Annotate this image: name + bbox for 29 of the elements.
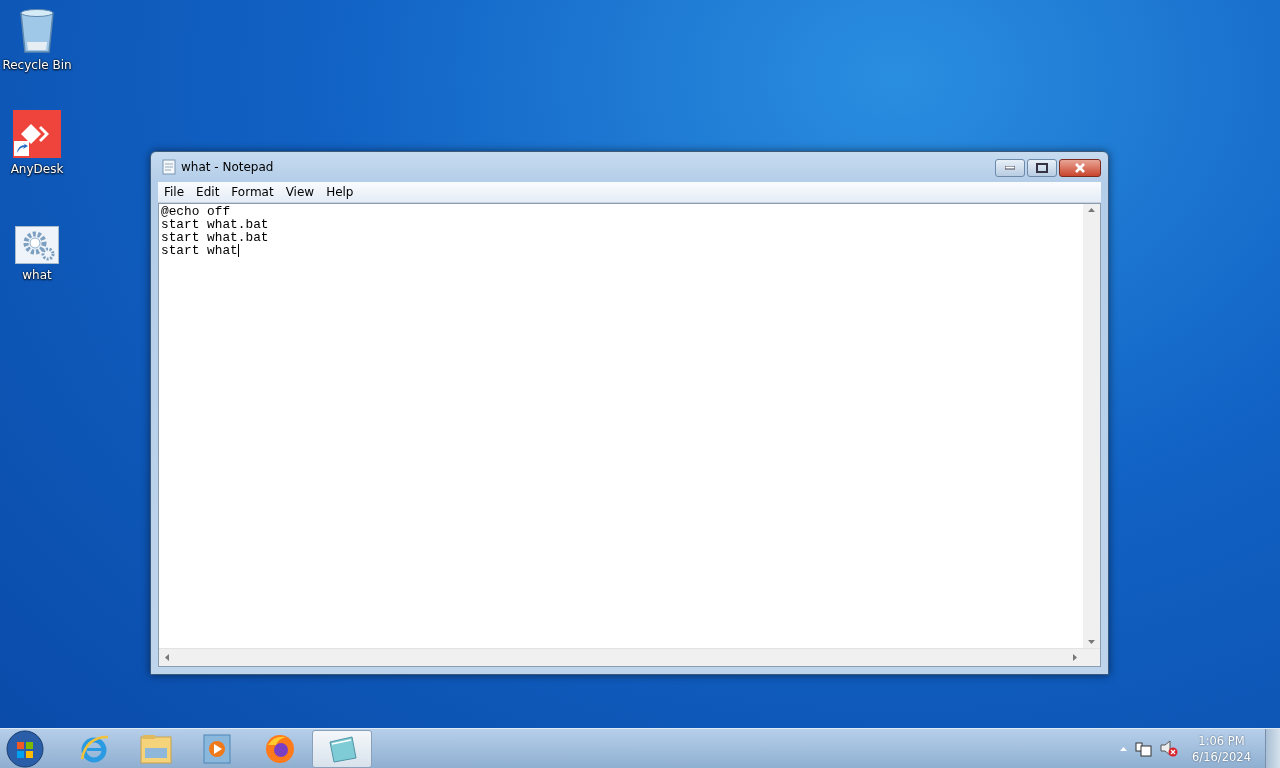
network-icon[interactable] [1135,740,1153,757]
desktop-icon-label[interactable]: what [22,268,52,282]
scroll-up-icon[interactable] [1088,208,1095,212]
show-desktop-button[interactable] [1265,728,1280,768]
restore-icon [1036,163,1048,173]
recycle-bin-icon [18,8,56,54]
desktop-icon-label[interactable]: Recycle Bin [2,58,72,72]
menu-item[interactable]: Format [225,185,280,199]
menu-item[interactable]: View [279,185,321,199]
fox-globe-icon[interactable] [264,732,296,765]
close-icon [1074,163,1086,173]
menu-item[interactable]: Help [320,185,360,199]
desktop-icon-label[interactable]: AnyDesk [10,162,64,176]
notepad-icon[interactable] [326,733,358,764]
window-title: what - Notepad [181,160,275,174]
close-button[interactable] [1059,159,1101,177]
scroll-down-icon[interactable] [1088,640,1095,644]
media-player-icon[interactable] [203,733,233,764]
menu-item[interactable]: Edit [190,185,226,199]
volume-muted-icon[interactable] [1160,740,1179,757]
minimize-icon [1005,166,1015,170]
restore-button[interactable] [1027,159,1057,177]
anydesk-icon [13,110,61,158]
scroll-right-icon[interactable] [1073,654,1077,661]
notepad-icon [162,159,176,175]
start-button[interactable] [6,729,44,768]
gear-file-icon [15,226,59,264]
menu-item[interactable]: File [158,185,191,199]
scroll-left-icon[interactable] [165,654,169,661]
